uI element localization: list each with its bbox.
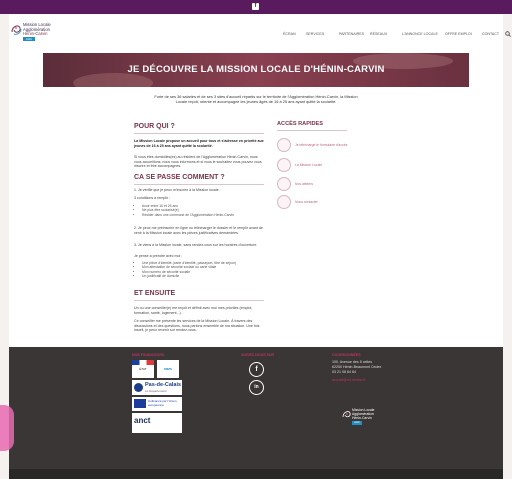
conditions-label: 3 conditions à remplir : (134, 196, 171, 200)
quick-access-label: Je télécharge le formulaire d'accès (295, 143, 348, 147)
nav-item[interactable]: PARTENAIRES (339, 32, 364, 36)
list-item: Un justificatif de domicile (142, 274, 272, 278)
social-title: SUIVEZ-NOUS SUR (241, 353, 275, 357)
footer-logo[interactable]: Mission Locale Agglomération Hénin-Carvi… (342, 407, 382, 427)
section-title-pour-qui: POUR QUI ? (134, 123, 175, 130)
nav-item[interactable]: SERVICES (306, 32, 324, 36)
nav-item[interactable]: RÉSEAUX (370, 32, 387, 36)
partner-sublabel: Le Département (145, 389, 167, 393)
partners-title: NOS FINANCEURS (132, 353, 165, 357)
step-3: 3. Je viens à la Mission locale, sans re… (134, 243, 258, 247)
nav-item[interactable]: L'ANNONCE LOCALE (402, 32, 438, 36)
partner-logo-mims[interactable]: MIMS (157, 360, 179, 378)
nav-item[interactable]: CONTACT (482, 32, 499, 36)
contact-icon (277, 195, 291, 209)
partner-label: Pas-de-Calais (145, 382, 182, 388)
hero-banner: JE DÉCOUVRE LA MISSION LOCALE D'HÉNIN-CA… (43, 53, 469, 87)
building-icon (277, 158, 291, 172)
quick-access-label: Nos ateliers (295, 182, 313, 186)
conditions-list: Avoir entre 16 et 25 ans Ne plus être sc… (134, 204, 272, 217)
main-nav: ÉCRAN SERVICES PARTENAIRES RÉSEAUX L'ANN… (0, 32, 512, 42)
quick-access-title: ACCÈS RAPIDES (277, 121, 324, 127)
nav-item[interactable]: ÉCRAN (283, 32, 296, 36)
flag-icon (132, 360, 154, 365)
pour-qui-paragraph-1: La Mission Locale propose un accueil pou… (134, 139, 264, 148)
quick-access-item[interactable]: Je télécharge le formulaire d'accès (277, 138, 348, 152)
footer-logo-text: Hénin-Carvin (352, 415, 372, 420)
partner-label: MIMS (164, 367, 172, 371)
top-bar: f (0, 0, 512, 14)
partner-label: Cofinancé par l'Union européenne (148, 399, 177, 407)
section-divider (134, 133, 264, 134)
partner-logo-pas-de-calais[interactable]: Pas-de-Calais Le Département (132, 380, 182, 395)
ensuite-paragraph-2: Ce conseiller me présente les services d… (134, 319, 260, 333)
search-icon[interactable] (505, 31, 511, 39)
list-item: Résider dans une commune de l'Agglomérat… (142, 213, 272, 217)
footer-logo-badge: AHC (352, 421, 362, 425)
workshop-icon (277, 177, 291, 191)
pour-qui-paragraph-2: Si vous êtes domiciliés(es) au résident … (134, 155, 262, 169)
docs-list: Une pièce d'identité (carte d'identité, … (134, 261, 272, 279)
quick-access-label: Nous contacter (295, 200, 318, 204)
section-divider (134, 184, 264, 185)
partner-logo-eu[interactable]: Cofinancé par l'Union européenne (132, 397, 182, 411)
facebook-icon[interactable]: f (252, 3, 259, 10)
contact-title: COORDONNÉES (332, 353, 361, 357)
decorative-shape (0, 405, 14, 451)
email-link[interactable]: accueil@ml-heninc.fr (332, 378, 366, 383)
bottom-bar (9, 469, 503, 479)
logo-swirl-icon (342, 411, 351, 418)
department-icon (134, 383, 143, 392)
eu-flag-icon (134, 399, 146, 408)
quick-access-item[interactable]: Nos ateliers (277, 177, 313, 191)
section-divider (134, 300, 264, 301)
partner-label: ÉTAT (139, 367, 147, 371)
download-icon (277, 138, 291, 152)
docs-label: Je pense à prendre avec moi : (134, 254, 183, 258)
page-title: JE DÉCOUVRE LA MISSION LOCALE D'HÉNIN-CA… (127, 64, 385, 75)
ensuite-paragraph-1: Un ou une conseiller(e) me reçoit et déf… (134, 306, 253, 315)
facebook-icon[interactable]: f (249, 362, 264, 377)
step-2: 2. Je peux me préinscrire en ligne ou té… (134, 226, 263, 235)
quick-access-item[interactable]: La Mission Locale (277, 158, 323, 172)
section-divider (277, 130, 347, 131)
footer: NOS FINANCEURS ÉTAT MIMS Pas-de-Calais L… (9, 347, 503, 469)
quick-access-item[interactable]: Nous contacter (277, 195, 318, 209)
linkedin-icon[interactable]: in (249, 380, 264, 395)
quick-access-label: La Mission Locale (295, 163, 323, 167)
intro-text: Forte de ses 36 salariés et de ses 3 sit… (154, 94, 358, 105)
address-line: 62250 Hénin-Beaumont Cedex (332, 365, 382, 369)
partner-label: anct (134, 416, 151, 425)
nav-item[interactable]: OFFRE EMPLOI (445, 32, 472, 36)
section-title-ensuite: ET ENSUITE (134, 290, 176, 297)
phone-line: 03 21 08 64 64 (332, 370, 356, 374)
step-1: 1. Je vérifie que je peux m'inscrire à l… (134, 188, 220, 192)
address-line: 100, Avenue des 5 celtes (332, 360, 373, 364)
partner-logo-etat[interactable]: ÉTAT (132, 360, 154, 378)
partner-logo-anct[interactable]: anct (132, 413, 182, 433)
section-title-comment: CA SE PASSE COMMENT ? (134, 174, 225, 181)
